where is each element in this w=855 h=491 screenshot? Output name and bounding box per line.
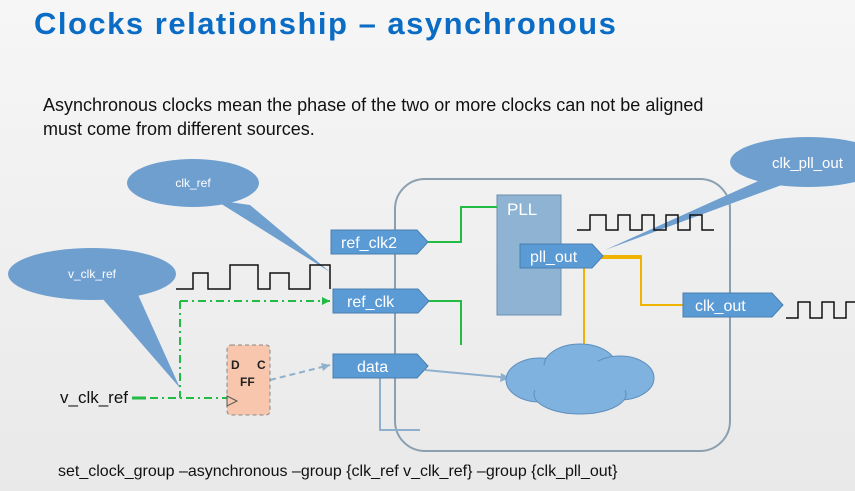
input-v-clk-ref-label: v_clk_ref: [60, 388, 128, 407]
waveform-output: [786, 301, 855, 319]
port-data-label: data: [357, 359, 388, 376]
arrowhead-ref-clk: [322, 297, 330, 305]
ff-ff-label: FF: [240, 375, 255, 389]
wire-pll-out-to-clk-out: [598, 255, 683, 306]
port-clk-out: clk_out: [682, 292, 784, 318]
callout-clk-pll-out-label: clk_pll_out: [772, 155, 844, 172]
port-pll-out: pll_out: [519, 243, 604, 269]
wire-data-to-cloud: [424, 369, 511, 379]
wire-pll-out-to-cloud: [583, 256, 642, 345]
callout-clk-ref-label: clk_ref: [175, 176, 211, 190]
arrowhead-data: [321, 363, 330, 371]
sdc-command: set_clock_group –asynchronous –group {cl…: [58, 463, 618, 480]
cloud-logic: [505, 343, 655, 415]
waveform-input: [176, 264, 331, 290]
callout-v-clk-ref: v_clk_ref: [8, 248, 180, 388]
port-ref-clk2-label: ref_clk2: [341, 235, 397, 252]
wire-ref-clk2-to-pll: [425, 206, 497, 243]
ff-c-label: C: [257, 358, 266, 372]
port-ref-clk-label: ref_clk: [347, 294, 395, 311]
port-ref-clk: ref_clk: [332, 288, 430, 314]
callout-clk-ref: clk_ref: [127, 159, 330, 272]
clock-diagram: clk_ref v_clk_ref clk_pll_out PLL ref_cl…: [8, 137, 855, 452]
port-clk-out-label: clk_out: [695, 298, 746, 315]
port-data: data: [332, 353, 429, 379]
wire-ff-to-data: [269, 364, 331, 381]
ff-d-label: D: [231, 358, 240, 372]
wire-data-loop: [379, 374, 420, 431]
flip-flop: D C FF: [226, 344, 271, 416]
port-ref-clk2: ref_clk2: [330, 229, 429, 255]
pll-label: PLL: [507, 200, 537, 219]
wire-ref-clk-internal: [428, 300, 462, 345]
callout-v-clk-ref-label: v_clk_ref: [68, 267, 117, 281]
port-pll-out-label: pll_out: [530, 249, 578, 266]
